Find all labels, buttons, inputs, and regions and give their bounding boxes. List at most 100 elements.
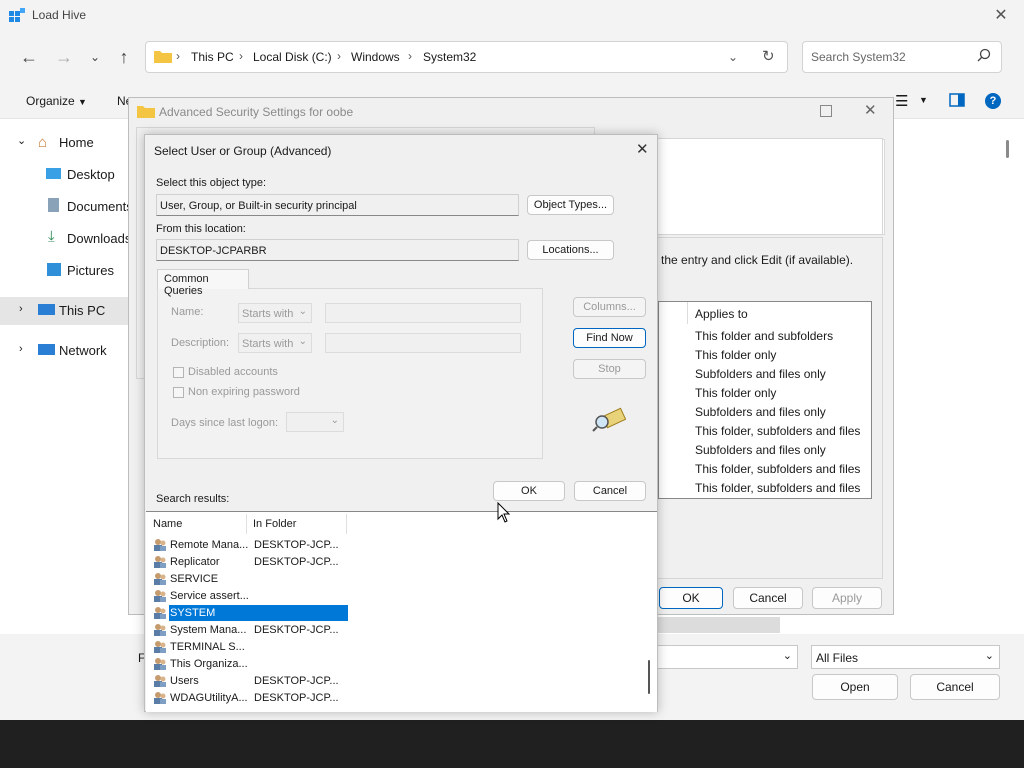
nav-item-label: Network bbox=[59, 343, 107, 358]
preview-pane-icon[interactable] bbox=[949, 93, 965, 110]
ok-button[interactable]: OK bbox=[659, 587, 723, 609]
search-box[interactable]: Search System32 bbox=[802, 41, 1002, 73]
result-row[interactable]: TERMINAL S... bbox=[148, 639, 648, 656]
locations-button[interactable]: Locations... bbox=[527, 240, 614, 260]
view-caret-icon[interactable]: ▼ bbox=[919, 95, 928, 105]
organize-button[interactable]: Organize ▼ bbox=[26, 94, 87, 108]
recent-chevron-icon[interactable]: ⌄ bbox=[84, 46, 106, 68]
user-group-icon bbox=[153, 572, 167, 586]
result-name: Service assert... bbox=[170, 590, 249, 602]
refresh-icon[interactable]: ↻ bbox=[762, 47, 775, 65]
search-magnifier-icon bbox=[592, 406, 627, 435]
cancel-button[interactable]: Cancel bbox=[574, 481, 646, 501]
address-bar[interactable]: › This PC › Local Disk (C:) › Windows › … bbox=[145, 41, 788, 73]
breadcrumb-local-disk[interactable]: Local Disk (C:) bbox=[253, 50, 332, 64]
user-group-icon bbox=[153, 606, 167, 620]
chevron-down-icon: ⌄ bbox=[984, 650, 994, 662]
pc-icon bbox=[38, 304, 55, 315]
result-row[interactable]: WDAGUtilityA... DESKTOP-JCP... bbox=[148, 690, 648, 707]
result-row[interactable]: Users DESKTOP-JCP... bbox=[148, 673, 648, 690]
cancel-button[interactable]: Cancel bbox=[910, 674, 1000, 700]
chevron-down-icon: ⌄ bbox=[298, 306, 307, 317]
search-input[interactable]: Search System32 bbox=[811, 50, 906, 64]
result-row[interactable]: SERVICE bbox=[148, 571, 648, 588]
up-arrow-icon[interactable]: ↑ bbox=[113, 46, 135, 68]
load-hive-titlebar bbox=[0, 0, 1024, 32]
help-icon[interactable]: ? bbox=[985, 93, 1001, 109]
file-type-select[interactable]: All Files ⌄ bbox=[811, 645, 1000, 669]
nav-item-pictures[interactable]: Pictures bbox=[0, 257, 128, 285]
nav-item-network[interactable]: › Network bbox=[0, 337, 128, 365]
columns-button: Columns... bbox=[573, 297, 646, 317]
nav-item-desktop[interactable]: Desktop bbox=[0, 161, 128, 189]
apply-button[interactable]: Apply bbox=[812, 587, 882, 609]
breadcrumb-windows[interactable]: Windows bbox=[351, 50, 400, 64]
home-icon: ⌂ bbox=[38, 134, 48, 151]
breadcrumb-separator: › bbox=[337, 49, 341, 63]
expand-chevron-icon[interactable]: › bbox=[19, 343, 23, 355]
column-divider bbox=[346, 514, 347, 534]
column-header-folder[interactable]: In Folder bbox=[253, 518, 296, 530]
chevron-down-icon: ⌄ bbox=[298, 336, 307, 347]
column-divider bbox=[246, 514, 247, 534]
scrollbar-thumb[interactable] bbox=[648, 660, 650, 694]
search-icon bbox=[977, 48, 991, 65]
close-icon[interactable]: ✕ bbox=[990, 5, 1012, 27]
expand-chevron-icon[interactable]: › bbox=[19, 303, 23, 315]
user-group-icon bbox=[153, 640, 167, 654]
result-row[interactable]: System Mana... DESKTOP-JCP... bbox=[148, 622, 648, 639]
user-group-icon bbox=[153, 555, 167, 569]
back-arrow-icon[interactable]: ← bbox=[18, 46, 40, 68]
name-match-select: Starts with ⌄ bbox=[238, 303, 312, 323]
open-button[interactable]: Open bbox=[812, 674, 898, 700]
result-rows: Remote Mana... DESKTOP-JCP... Replicator DE… bbox=[146, 537, 651, 709]
name-label: Name: bbox=[171, 306, 204, 318]
user-group-icon bbox=[153, 691, 167, 705]
days-since-logon-label: Days since last logon: bbox=[171, 417, 278, 429]
result-row[interactable]: Replicator DESKTOP-JCP... bbox=[148, 554, 648, 571]
ok-button[interactable]: OK bbox=[493, 481, 565, 501]
days-since-logon-select: ⌄ bbox=[286, 412, 344, 432]
close-icon[interactable]: ✕ bbox=[864, 101, 877, 119]
forward-arrow-icon[interactable]: → bbox=[53, 46, 75, 68]
nav-item-documents[interactable]: Documents bbox=[0, 193, 133, 221]
result-name: System Mana... bbox=[170, 624, 247, 636]
view-list-icon[interactable]: ☰ bbox=[895, 92, 908, 110]
result-row[interactable]: Remote Mana... DESKTOP-JCP... bbox=[148, 537, 648, 554]
user-group-icon bbox=[153, 657, 167, 671]
nav-item-this-pc[interactable]: › This PC bbox=[0, 297, 128, 325]
search-results-list[interactable]: Name In Folder Remote Mana... DESKTOP-JCP… bbox=[146, 511, 657, 712]
result-row[interactable]: SYSTEM bbox=[148, 605, 648, 622]
address-dropdown-icon[interactable]: ⌄ bbox=[728, 50, 738, 64]
object-types-button[interactable]: Object Types... bbox=[527, 195, 614, 215]
horizontal-scrollbar[interactable] bbox=[656, 617, 780, 633]
nav-item-downloads[interactable]: ⤓ Downloads bbox=[0, 225, 131, 253]
disabled-accounts-label: Disabled accounts bbox=[188, 366, 278, 378]
common-queries-tab[interactable]: Common Queries bbox=[157, 269, 249, 297]
cancel-button[interactable]: Cancel bbox=[733, 587, 803, 609]
breadcrumb-this-pc[interactable]: This PC bbox=[191, 50, 234, 64]
chevron-down-icon: ⌄ bbox=[782, 650, 792, 662]
breadcrumb-system32[interactable]: System32 bbox=[423, 50, 476, 64]
result-name: Users bbox=[170, 675, 199, 687]
nav-item-home[interactable]: ⌄ ⌂ Home bbox=[0, 129, 128, 157]
file-name-input[interactable]: ⌄ bbox=[656, 645, 798, 669]
scrollbar[interactable] bbox=[1006, 140, 1009, 158]
name-input bbox=[325, 303, 521, 323]
result-row[interactable]: Service assert... bbox=[148, 588, 648, 605]
nav-item-label: Home bbox=[59, 135, 94, 150]
find-now-button[interactable]: Find Now bbox=[573, 328, 646, 348]
name-match-value: Starts with bbox=[242, 308, 294, 320]
right-panel-border bbox=[658, 138, 883, 235]
result-row[interactable]: This Organiza... bbox=[148, 656, 648, 673]
non-expiring-password-label: Non expiring password bbox=[188, 386, 300, 398]
result-folder: DESKTOP-JCP... bbox=[254, 675, 339, 687]
description-label: Description: bbox=[171, 337, 230, 349]
expand-chevron-icon[interactable]: ⌄ bbox=[17, 134, 26, 147]
close-icon[interactable]: ✕ bbox=[636, 140, 649, 158]
chevron-down-icon: ⌄ bbox=[330, 415, 339, 426]
column-header-name[interactable]: Name bbox=[153, 518, 182, 530]
maximize-icon[interactable] bbox=[820, 105, 832, 117]
result-folder: DESKTOP-JCP... bbox=[254, 539, 339, 551]
location-label: From this location: bbox=[156, 223, 246, 235]
